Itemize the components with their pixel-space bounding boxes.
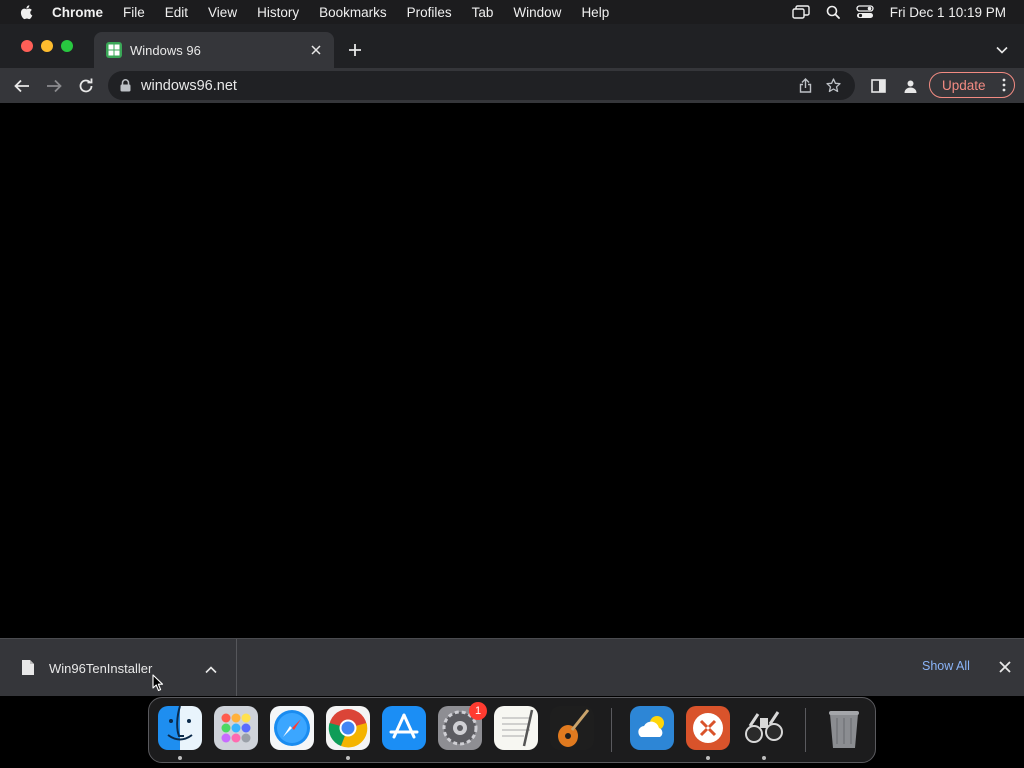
windows96-favicon-icon [106,42,122,58]
zoom-window-button[interactable] [61,40,73,52]
apple-logo-icon[interactable] [18,3,36,21]
finder-icon[interactable] [158,706,202,750]
lock-icon[interactable] [120,79,131,92]
macos-dock: 1 [148,697,876,763]
browser-toolbar: windows96.net Update [0,68,1024,103]
menu-help[interactable]: Help [581,5,609,20]
forward-button[interactable] [42,74,66,98]
menu-chrome[interactable]: Chrome [52,5,103,20]
safari-icon[interactable] [270,706,314,750]
menu-bookmarks[interactable]: Bookmarks [319,5,387,20]
garageband-icon[interactable] [550,706,594,750]
minimize-window-button[interactable] [41,40,53,52]
active-tab[interactable]: Windows 96 [94,32,334,68]
menu-view[interactable]: View [208,5,237,20]
remote-desktop-running-indicator [706,756,710,760]
update-label: Update [942,77,986,93]
update-button[interactable]: Update [929,72,1015,98]
more-menu-icon[interactable] [1002,78,1006,92]
remote-desktop-icon[interactable] [686,706,730,750]
chevron-up-icon[interactable] [205,661,217,679]
menu-tab[interactable]: Tab [472,5,494,20]
screen-mirroring-icon[interactable] [792,5,810,19]
browser-tab-strip: Windows 96 [0,24,1024,68]
bookmark-star-icon[interactable] [826,78,841,93]
menu-bar-clock[interactable]: Fri Dec 1 10:19 PM [890,5,1006,20]
show-all-downloads-link[interactable]: Show All [922,659,970,673]
share-icon[interactable] [799,78,812,93]
finder-running-indicator [178,756,182,760]
page-content[interactable] [0,103,1024,638]
menu-history[interactable]: History [257,5,299,20]
notification-badge: 1 [469,702,487,720]
tab-title: Windows 96 [130,42,201,58]
weather-icon[interactable] [630,706,674,750]
side-panel-icon[interactable] [866,74,890,98]
tab-close-icon[interactable] [308,42,324,58]
tab-search-chevron-icon[interactable] [994,42,1010,58]
textedit-icon[interactable] [494,706,538,750]
download-item[interactable]: Win96TenInstaller [0,639,237,696]
chrome-running-indicator [346,756,350,760]
chrome-icon[interactable] [326,706,370,750]
menu-edit[interactable]: Edit [165,5,188,20]
close-download-shelf-icon[interactable] [999,660,1011,678]
menu-profiles[interactable]: Profiles [407,5,452,20]
dock-separator [805,708,806,752]
file-icon [22,660,34,680]
new-tab-button[interactable] [345,40,365,60]
binoculars-running-indicator [762,756,766,760]
dock-separator [611,708,612,752]
back-button[interactable] [10,74,34,98]
profile-avatar-icon[interactable] [898,74,922,98]
address-bar[interactable]: windows96.net [108,71,855,100]
reload-button[interactable] [74,74,98,98]
trash-icon[interactable] [822,706,866,750]
close-window-button[interactable] [21,40,33,52]
launchpad-icon[interactable] [214,706,258,750]
app-store-icon[interactable] [382,706,426,750]
spotlight-search-icon[interactable] [826,5,840,19]
menu-file[interactable]: File [123,5,145,20]
menu-window[interactable]: Window [513,5,561,20]
download-filename[interactable]: Win96TenInstaller [49,661,152,676]
binoculars-icon[interactable] [742,706,786,750]
macos-menu-bar: Chrome File Edit View History Bookmarks … [0,0,1024,24]
mouse-pointer-icon [152,674,164,697]
control-center-icon[interactable] [856,5,874,19]
system-settings-icon[interactable]: 1 [438,702,487,750]
url-text[interactable]: windows96.net [141,78,799,94]
